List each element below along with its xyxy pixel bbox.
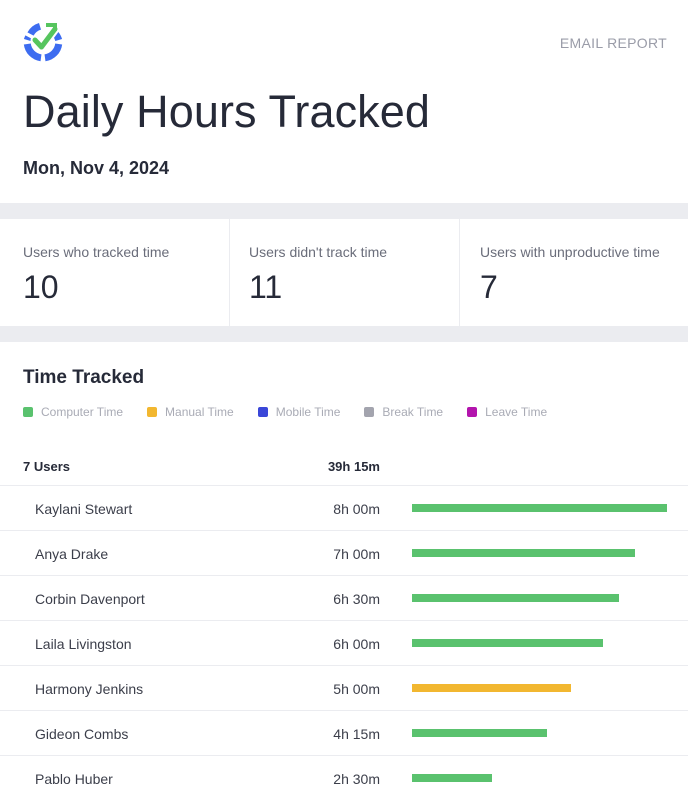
section-divider: [0, 203, 688, 219]
table-body: Kaylani Stewart 8h 00m Anya Drake 7h 00m Cor…: [0, 486, 688, 800]
time-tracked-table: 7 Users 39h 15m Kaylani Stewart 8h 00m Any…: [0, 446, 688, 800]
legend-item-mobile-time: Mobile Time: [257, 405, 341, 419]
stat-label: Users didn't track time: [249, 244, 388, 260]
legend-item-leave-time: Leave Time: [467, 405, 547, 419]
table-row[interactable]: Kaylani Stewart 8h 00m: [0, 486, 688, 531]
stat-value: 10: [23, 269, 59, 305]
table-row[interactable]: Corbin Davenport 6h 30m: [0, 576, 688, 621]
stat-value: 11: [249, 269, 283, 305]
table-row[interactable]: Gideon Combs 4h 15m: [0, 711, 688, 756]
legend-label: Mobile Time: [275, 405, 341, 419]
table-row[interactable]: Anya Drake 7h 00m: [0, 531, 688, 576]
section-title: Time Tracked: [23, 367, 145, 388]
stat-users-tracked: Users who tracked time 10: [0, 219, 230, 326]
users-count-header: 7 Users: [23, 459, 70, 474]
legend: Computer Time Manual Time Mobile Time Br…: [23, 405, 571, 419]
total-time-header: 39h 15m: [327, 459, 380, 474]
stat-label: Users who tracked time: [23, 244, 170, 260]
user-name: Gideon Combs: [35, 726, 129, 742]
stats-summary: Users who tracked time 10 Users didn't t…: [0, 219, 688, 326]
report-header: EMAIL REPORT Daily Hours Tracked Mon, No…: [0, 0, 688, 203]
legend-label: Leave Time: [485, 405, 548, 419]
stat-users-not-tracked: Users didn't track time 11: [230, 219, 460, 326]
time-tracked-section: Time Tracked Computer Time Manual Time M…: [0, 342, 688, 800]
table-row[interactable]: Pablo Huber 2h 30m: [0, 756, 688, 800]
legend-label: Computer Time: [41, 405, 124, 419]
tracked-time: 6h 30m: [333, 591, 380, 607]
user-name: Kaylani Stewart: [35, 501, 133, 517]
email-report-button[interactable]: EMAIL REPORT: [560, 35, 667, 51]
tracked-time: 4h 15m: [333, 726, 380, 742]
report-date: Mon, Nov 4, 2024: [23, 158, 170, 178]
legend-label: Manual Time: [165, 405, 234, 419]
legend-swatch: [467, 407, 478, 417]
user-name: Corbin Davenport: [35, 591, 145, 607]
time-bar: [412, 504, 667, 512]
stat-label: Users with unproductive time: [480, 244, 660, 260]
legend-swatch: [364, 407, 375, 417]
section-divider: [0, 326, 688, 342]
checkmark-target-logo-icon: [23, 22, 63, 62]
tracked-time: 8h 00m: [333, 501, 380, 517]
table-row[interactable]: Laila Livingston 6h 00m: [0, 621, 688, 666]
table-row[interactable]: Harmony Jenkins 5h 00m: [0, 666, 688, 711]
legend-item-computer-time: Computer Time: [23, 405, 123, 419]
tracked-time: 5h 00m: [333, 681, 380, 697]
legend-item-manual-time: Manual Time: [147, 405, 234, 419]
time-bar: [412, 684, 571, 692]
legend-swatch: [23, 407, 33, 417]
legend-swatch: [147, 407, 158, 417]
tracked-time: 2h 30m: [333, 771, 380, 787]
user-name: Laila Livingston: [35, 636, 132, 652]
user-name: Harmony Jenkins: [35, 681, 144, 697]
stat-value: 7: [480, 269, 498, 305]
page-title: Daily Hours Tracked: [23, 86, 431, 137]
time-bar: [412, 774, 492, 782]
time-bar: [412, 639, 603, 647]
legend-swatch: [257, 407, 268, 417]
time-bar: [412, 729, 547, 737]
table-header: 7 Users 39h 15m: [0, 446, 688, 486]
user-name: Pablo Huber: [35, 771, 113, 787]
legend-label: Break Time: [382, 405, 444, 419]
user-name: Anya Drake: [35, 546, 109, 562]
time-bar: [412, 549, 635, 557]
time-bar: [412, 594, 619, 602]
tracked-time: 6h 00m: [333, 636, 380, 652]
tracked-time: 7h 00m: [333, 546, 380, 562]
legend-item-break-time: Break Time: [364, 405, 443, 419]
stat-users-unproductive: Users with unproductive time 7: [460, 219, 688, 326]
